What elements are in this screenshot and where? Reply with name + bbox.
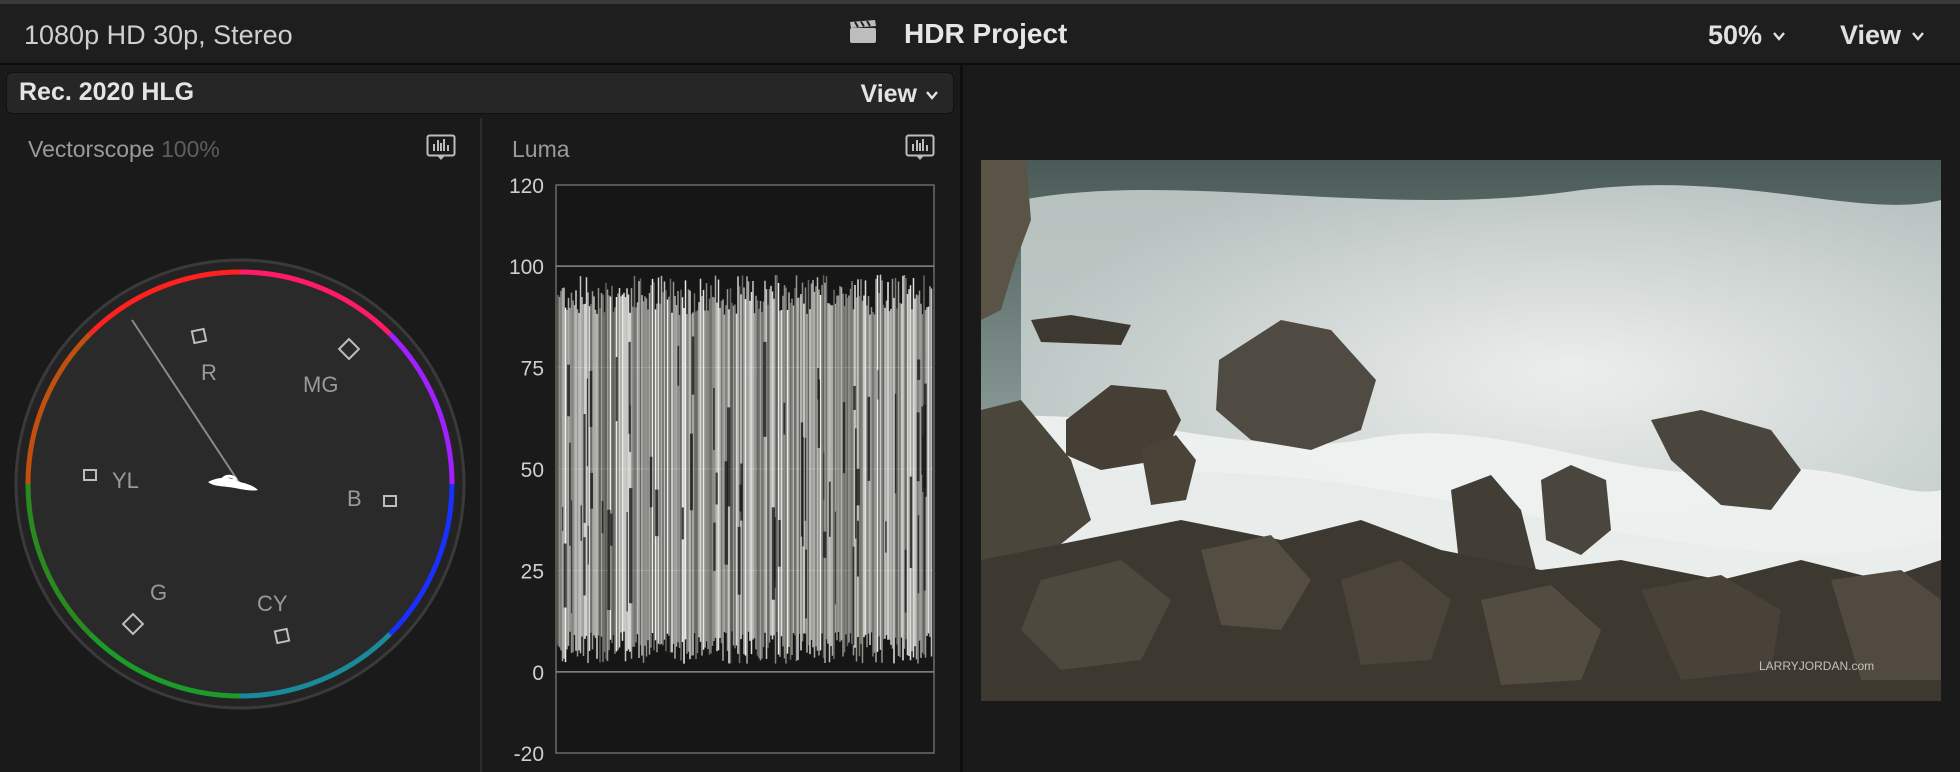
chevron-down-icon	[1773, 31, 1785, 41]
target-label-b: B	[347, 486, 362, 511]
viewer-view-label: View	[1840, 20, 1902, 50]
luma-scale-label: -20	[514, 743, 544, 765]
luma-scale-label: 75	[521, 358, 544, 381]
luma-scale-label: 50	[521, 459, 544, 482]
luma-title: Luma	[512, 136, 570, 162]
scope-settings-icon	[905, 134, 935, 160]
luma-scale-label: 100	[509, 256, 544, 279]
luma-scale-label: 120	[509, 175, 544, 198]
vectorscope-percent: 100%	[160, 136, 220, 162]
colorspace-label: Rec. 2020 HLG	[19, 78, 195, 106]
scope-settings-icon	[426, 134, 456, 160]
vectorscope-title: Vectorscope	[28, 136, 155, 162]
viewer-image: LARRYJORDAN.com	[981, 160, 1941, 701]
target-label-yl: YL	[112, 468, 139, 493]
project-title: HDR Project	[904, 18, 1068, 49]
viewer-view-menu[interactable]: View	[1840, 20, 1925, 51]
project-format: 1080p HD 30p, Stereo	[24, 20, 293, 50]
luma-scale-label: 0	[532, 662, 544, 685]
target-label-cy: CY	[257, 591, 288, 616]
vectorscope: R MG B CY G YL	[14, 258, 466, 715]
clapperboard-icon	[848, 19, 878, 50]
luma-settings-button[interactable]	[905, 134, 935, 162]
scopes-header: Rec. 2020 HLG View	[6, 72, 954, 114]
zoom-menu[interactable]: 50%	[1708, 20, 1786, 51]
project-title-group: HDR Project	[848, 18, 1067, 50]
viewer-topbar: 1080p HD 30p, Stereo HDR Project 50% Vie…	[0, 0, 1960, 65]
scopes-view-menu[interactable]: View	[860, 80, 939, 109]
target-label-g: G	[150, 580, 167, 605]
chevron-down-icon	[1912, 31, 1924, 41]
luma-waveform: 120 100 75 50 25 0 -20	[490, 170, 940, 770]
target-label-r: R	[201, 360, 217, 385]
vectorscope-settings-button[interactable]	[426, 134, 456, 162]
zoom-value: 50%	[1708, 20, 1763, 50]
scope-divider	[480, 118, 482, 772]
luma-trace	[557, 274, 933, 664]
panel-divider	[960, 65, 963, 772]
vectorscope-label: Vectorscope 100%	[28, 136, 220, 163]
chevron-down-icon	[926, 90, 938, 100]
target-label-mg: MG	[303, 372, 338, 397]
luma-scale-label: 25	[521, 560, 544, 583]
scopes-view-label: View	[860, 80, 917, 108]
watermark: LARRYJORDAN.com	[1759, 659, 1874, 673]
